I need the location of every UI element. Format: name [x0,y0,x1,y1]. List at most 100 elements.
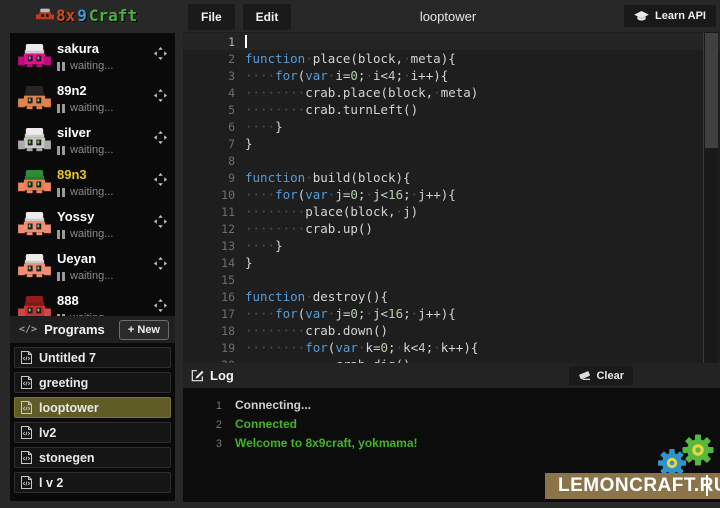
program-item-selected[interactable]: looptower [14,397,171,418]
line-number: 14 [183,255,245,272]
menu-file[interactable]: File [188,4,235,30]
line-number: 15 [183,272,245,289]
player-status-label: waiting... [70,60,113,72]
move-icon [154,299,167,312]
app-logo: 8x9Craft [36,6,137,25]
line-number: 10 [183,187,245,204]
code-lines: 12function·place(block,·meta){3····for(v… [183,32,720,363]
code-token: meta) [441,85,479,100]
move-button[interactable] [154,215,167,233]
move-button[interactable] [154,89,167,107]
program-item[interactable]: greeting [14,372,171,393]
code-token: 0 [350,187,358,202]
code-token: destroy(){ [313,289,388,304]
player-status: waiting... [57,102,113,114]
code-line: 4········crab.place(block,·meta) [183,84,720,101]
player-row[interactable]: Ueyanwaiting... [10,248,175,290]
player-row[interactable]: 89n2 waiting... [10,80,175,122]
code-line: 13····} [183,237,720,254]
player-row[interactable]: Yossywaiting... [10,206,175,248]
code-token: ; [403,187,411,202]
code-token: 4 [388,68,396,83]
line-number: 8 [183,153,245,170]
program-item[interactable]: stonegen [14,447,171,468]
pause-icon [57,188,65,197]
pause-icon [57,272,65,281]
player-avatar [18,128,51,160]
move-button[interactable] [154,131,167,149]
graduation-cap-icon [634,11,649,22]
logo-text-9: 9 [77,6,87,25]
code-token: function [245,51,305,66]
whitespace-dots: · [305,289,313,304]
menu-edit[interactable]: Edit [243,4,292,30]
player-row[interactable]: sakurawaiting... [10,38,175,80]
log-message: Welcome to 8x9craft, yokmama! [235,436,418,450]
whitespace-dots: ········ [245,221,305,236]
log-line-number: 3 [183,435,235,454]
program-item[interactable]: l v 2 [14,472,171,493]
app-window: 8x9Craft File Edit looptower Learn API sa… [0,0,720,508]
code-token: i< [373,68,388,83]
move-icon [154,89,167,102]
program-item[interactable]: Untitled 7 [14,347,171,368]
new-program-button[interactable]: + New [119,320,169,340]
move-button[interactable] [154,299,167,316]
code-line: 6····} [183,118,720,135]
player-row[interactable]: 89n3waiting... [10,164,175,206]
learn-api-label: Learn API [655,10,706,22]
program-file-icon [21,351,32,364]
code-line: 19········for(var·k=0;·k<4;·k++){ [183,339,720,356]
learn-api-button[interactable]: Learn API [624,5,716,27]
document-title: looptower [420,9,476,24]
player-avatar [18,254,51,286]
log-header: Log Clear [183,363,720,388]
whitespace-dots: · [305,170,313,185]
code-line: 3····for(var·i=0;·i<4;·i++){ [183,67,720,84]
code-token: crab.turnLeft() [305,102,418,117]
whitespace-dots: · [433,340,441,355]
code-line: 16function·destroy(){ [183,288,720,305]
code-token: } [245,255,253,270]
player-name: 89n2 [57,83,87,98]
program-item-label: stonegen [39,451,95,465]
program-file-icon [21,401,32,414]
player-avatar-icon [18,254,51,281]
log-body: 1Connecting...2Connected3Welcome to 8x9c… [183,388,720,453]
code-editor[interactable]: 12function·place(block,·meta){3····for(v… [183,32,720,363]
code-token: for [305,340,328,355]
whitespace-dots: · [433,85,441,100]
clear-log-button[interactable]: Clear [569,366,633,385]
whitespace-dots: ········ [245,85,305,100]
scrollbar-thumb[interactable] [705,33,718,148]
code-token: 4 [418,340,426,355]
move-button[interactable] [154,173,167,191]
player-row[interactable]: 888waiting... [10,290,175,316]
whitespace-dots: ········ [245,204,305,219]
program-item-label: Untitled 7 [39,351,96,365]
code-line: 11········place(block,·j) [183,203,720,220]
player-name: 89n3 [57,167,87,182]
log-entry: 3Welcome to 8x9craft, yokmama! [183,434,720,453]
player-avatar-icon [18,86,51,113]
code-token: i++){ [411,68,449,83]
code-token: } [275,238,283,253]
program-item[interactable]: lv2 [14,422,171,443]
player-avatar-icon [18,296,51,316]
player-row[interactable]: silverwaiting... [10,122,175,164]
code-token: } [245,136,253,151]
code-token: 0 [350,68,358,83]
player-avatar-icon [18,128,51,155]
text-cursor [245,35,247,48]
player-status: waiting... [57,60,113,72]
code-token: place(block, [313,51,403,66]
whitespace-dots: · [403,68,411,83]
code-token: var [335,340,358,355]
move-icon [154,47,167,60]
move-button[interactable] [154,47,167,65]
move-icon [154,173,167,186]
program-item-label: greeting [39,376,88,390]
editor-scrollbar[interactable] [703,32,718,363]
player-avatar [18,86,51,118]
move-button[interactable] [154,257,167,275]
